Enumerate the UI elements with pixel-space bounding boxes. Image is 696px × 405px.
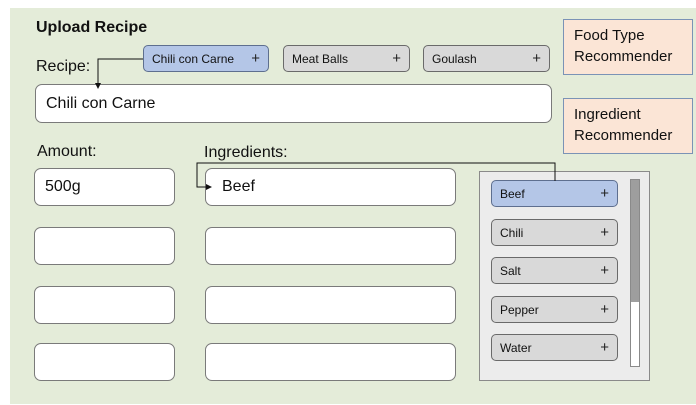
chip-label: Water [500,340,532,355]
recipe-label: Recipe: [36,58,91,75]
chip-label: Meat Balls [292,51,349,66]
amount-label: Amount: [37,143,97,160]
ingredients-label: Ingredients: [204,144,288,161]
ingredient-suggestion-water[interactable]: Water + [491,334,618,361]
ingredient-field-4[interactable] [205,343,456,381]
plus-icon: + [600,339,609,356]
chip-label: Salt [500,263,521,278]
recipe-suggestion-chili-con-carne[interactable]: Chili con Carne + [143,45,269,72]
plus-icon: + [600,301,609,318]
amount-field-1[interactable]: 500g [34,168,175,206]
chip-label: Chili con Carne [152,51,235,66]
food-type-recommender: Food Type Recommender [563,19,693,75]
amount-field-3[interactable] [34,286,175,324]
ingredient-field-3[interactable] [205,286,456,324]
recipe-input[interactable]: Chili con Carne [35,84,552,123]
ingredient-recommender: Ingredient Recommender [563,98,693,154]
plus-icon: + [251,50,260,67]
ingredient-suggestion-chili[interactable]: Chili + [491,219,618,246]
plus-icon: + [600,185,609,202]
ingredient-suggestion-salt[interactable]: Salt + [491,257,618,284]
plus-icon: + [532,50,541,67]
recipe-suggestion-meat-balls[interactable]: Meat Balls + [283,45,410,72]
ingredient-suggestion-beef[interactable]: Beef + [491,180,618,207]
scrollbar-thumb[interactable] [631,180,639,302]
chip-label: Beef [500,186,525,201]
chip-label: Goulash [432,51,477,66]
ingredient-field-2[interactable] [205,227,456,265]
chip-label: Pepper [500,302,539,317]
plus-icon: + [392,50,401,67]
amount-field-2[interactable] [34,227,175,265]
page-title: Upload Recipe [36,19,148,36]
recipe-suggestion-goulash[interactable]: Goulash + [423,45,550,72]
plus-icon: + [600,262,609,279]
ingredient-suggestion-pepper[interactable]: Pepper + [491,296,618,323]
amount-field-4[interactable] [34,343,175,381]
plus-icon: + [600,224,609,241]
ingredient-field-1[interactable]: Beef [205,168,456,206]
chip-label: Chili [500,225,524,240]
